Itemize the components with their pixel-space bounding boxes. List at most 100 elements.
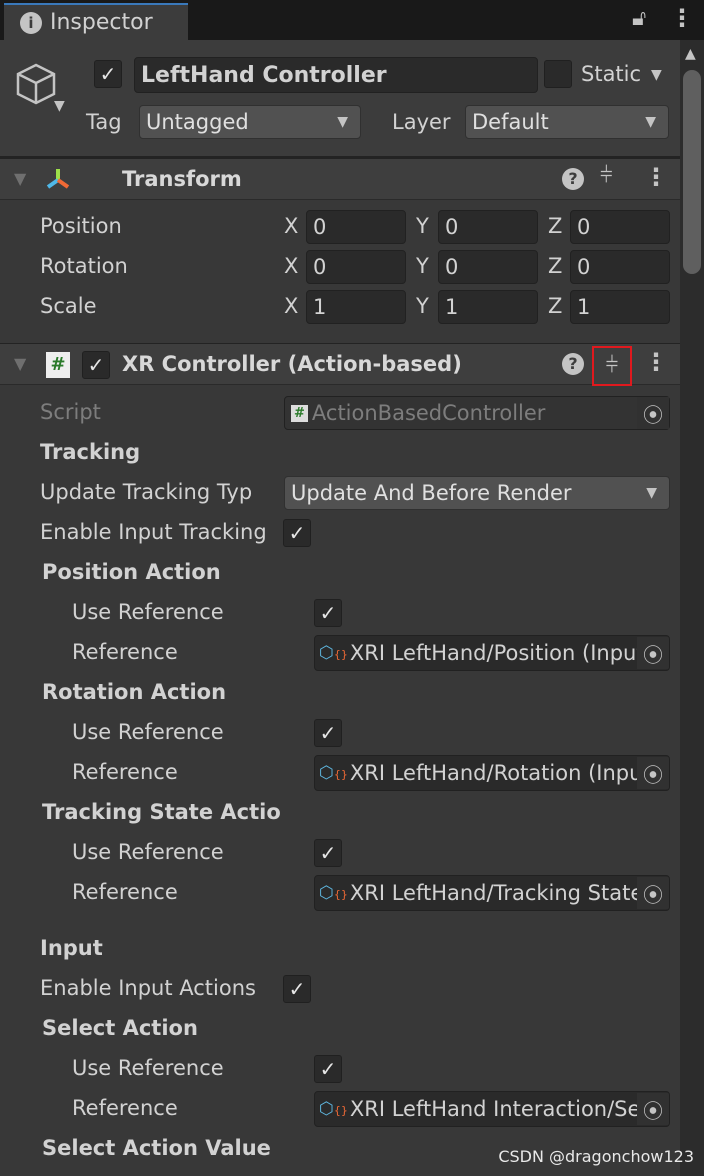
xr-controller-header[interactable]: ▼ # ✓ XR Controller (Action-based) ? ⫩ ⋮ bbox=[0, 343, 680, 386]
input-action-asset-icon: ⬡{} bbox=[319, 763, 348, 783]
active-checkbox[interactable]: ✓ bbox=[94, 60, 122, 88]
checkbox[interactable]: ✓ bbox=[283, 519, 311, 547]
static-label: Static bbox=[581, 62, 642, 86]
object-picker-icon[interactable]: ⦿ bbox=[637, 757, 669, 789]
checkbox[interactable]: ✓ bbox=[314, 599, 342, 627]
object-picker-icon[interactable]: ⦿ bbox=[637, 637, 669, 669]
checkbox[interactable]: ✓ bbox=[314, 839, 342, 867]
axis-z-label: Z bbox=[548, 254, 563, 278]
layer-dropdown[interactable]: Default ▼ bbox=[465, 105, 669, 139]
field-label: Reference bbox=[72, 760, 178, 784]
checkbox[interactable]: ✓ bbox=[314, 1055, 342, 1083]
reference-field[interactable]: ⬡{}XRI LeftHand/Rotation (Input Action R… bbox=[314, 755, 670, 791]
script-field[interactable]: # ActionBasedController ⦿ bbox=[284, 396, 670, 430]
transform-header[interactable]: ▼ Transform ? ⫩ ⋮ bbox=[0, 158, 680, 200]
axis-z-label: Z bbox=[548, 294, 563, 318]
checkbox[interactable]: ✓ bbox=[314, 719, 342, 747]
field-label: Update Tracking Typ bbox=[40, 480, 253, 504]
reference-value: XRI LeftHand Interaction/Select (Input A… bbox=[349, 1097, 637, 1121]
foldout-arrow-icon[interactable]: ▼ bbox=[14, 169, 26, 188]
axis-y-label: Y bbox=[416, 214, 429, 238]
script-icon: # bbox=[291, 404, 308, 422]
reference-value: XRI LeftHand/Tracking State (Input Actio… bbox=[349, 881, 637, 905]
foldout-arrow-icon[interactable]: ▼ bbox=[14, 354, 26, 373]
field-label: Reference bbox=[72, 880, 178, 904]
chevron-down-icon: ▼ bbox=[645, 114, 656, 130]
axis-x-label: X bbox=[284, 294, 299, 318]
watermark: CSDN @dragonchow123 bbox=[498, 1147, 694, 1166]
input-action-asset-icon: ⬡{} bbox=[319, 883, 348, 903]
info-icon: i bbox=[20, 11, 42, 34]
more-menu-icon[interactable]: ⋮ bbox=[670, 4, 694, 32]
tag-label: Tag bbox=[86, 110, 122, 134]
field-label: Use Reference bbox=[72, 1056, 224, 1080]
presets-icon[interactable]: ⫩ bbox=[600, 163, 613, 188]
axis-x-label: X bbox=[284, 254, 299, 278]
script-icon: # bbox=[46, 352, 70, 378]
more-menu-icon[interactable]: ⋮ bbox=[644, 163, 668, 191]
field-label: Select Action bbox=[42, 1016, 198, 1040]
layer-value: Default bbox=[472, 110, 549, 134]
transform-scale-z-input[interactable]: 1 bbox=[570, 290, 670, 324]
checkbox[interactable]: ✓ bbox=[283, 975, 311, 1003]
field-label: Use Reference bbox=[72, 600, 224, 624]
reference-value: XRI LeftHand/Position (Input Action Refe… bbox=[349, 641, 637, 665]
transform-rotation-x-input[interactable]: 0 bbox=[306, 250, 406, 284]
lock-icon[interactable]: 🔓︎ bbox=[632, 6, 646, 31]
transform-position-y-input[interactable]: 0 bbox=[438, 210, 538, 244]
static-dropdown-arrow[interactable]: ▼ bbox=[651, 67, 662, 83]
name-input[interactable]: LeftHand Controller bbox=[134, 57, 538, 93]
transform-scale-label: Scale bbox=[40, 294, 97, 318]
transform-scale-y-input[interactable]: 1 bbox=[438, 290, 538, 324]
chevron-down-icon: ▼ bbox=[646, 485, 657, 501]
reference-field[interactable]: ⬡{}XRI LeftHand/Position (Input Action R… bbox=[314, 635, 670, 671]
tag-dropdown[interactable]: Untagged ▼ bbox=[139, 105, 361, 139]
component-enabled-checkbox[interactable]: ✓ bbox=[82, 351, 110, 379]
axis-z-label: Z bbox=[548, 214, 563, 238]
transform-rotation-z-input[interactable]: 0 bbox=[570, 250, 670, 284]
field-label: Input bbox=[40, 936, 103, 960]
update-tracking-type-dropdown[interactable]: Update And Before Render ▼ bbox=[284, 476, 670, 510]
scrollbar-thumb[interactable] bbox=[683, 70, 701, 274]
object-picker-icon[interactable]: ⦿ bbox=[637, 877, 669, 909]
field-label: Use Reference bbox=[72, 840, 224, 864]
gameobject-header: ▼ ✓ LeftHand Controller Static ▼ Tag Unt… bbox=[0, 40, 680, 158]
layer-label: Layer bbox=[392, 110, 451, 134]
transform-rotation-y-input[interactable]: 0 bbox=[438, 250, 538, 284]
field-label: Select Action Value bbox=[42, 1136, 271, 1160]
field-label: Rotation Action bbox=[42, 680, 227, 704]
component-title: Transform bbox=[122, 167, 242, 191]
axis-y-label: Y bbox=[416, 254, 429, 278]
icon-dropdown-arrow[interactable]: ▼ bbox=[54, 98, 65, 114]
transform-scale-x-input[interactable]: 1 bbox=[306, 290, 406, 324]
axis-x-label: X bbox=[284, 214, 299, 238]
field-label: Use Reference bbox=[72, 720, 224, 744]
component-title: XR Controller (Action-based) bbox=[122, 352, 462, 376]
field-label: Tracking State Action bbox=[42, 800, 280, 824]
field-label: Position Action bbox=[42, 560, 221, 584]
object-picker-icon[interactable]: ⦿ bbox=[637, 1093, 669, 1125]
help-icon[interactable]: ? bbox=[562, 353, 584, 375]
field-label: Enable Input Actions bbox=[40, 976, 256, 1000]
field-label: Enable Input Tracking bbox=[40, 520, 267, 544]
transform-icon bbox=[46, 169, 70, 189]
scroll-up-icon[interactable]: ▲ bbox=[685, 46, 696, 62]
help-icon[interactable]: ? bbox=[562, 168, 584, 190]
field-label: Reference bbox=[72, 1096, 178, 1120]
transform-position-label: Position bbox=[40, 214, 122, 238]
transform-position-x-input[interactable]: 0 bbox=[306, 210, 406, 244]
reference-field[interactable]: ⬡{}XRI LeftHand Interaction/Select (Inpu… bbox=[314, 1091, 670, 1127]
tag-value: Untagged bbox=[146, 110, 249, 134]
transform-position-z-input[interactable]: 0 bbox=[570, 210, 670, 244]
static-checkbox[interactable] bbox=[544, 60, 572, 88]
transform-rotation-label: Rotation bbox=[40, 254, 128, 278]
axis-y-label: Y bbox=[416, 294, 429, 318]
reference-field[interactable]: ⬡{}XRI LeftHand/Tracking State (Input Ac… bbox=[314, 875, 670, 911]
more-menu-icon[interactable]: ⋮ bbox=[644, 348, 668, 376]
presets-icon[interactable]: ⫩ bbox=[592, 346, 632, 386]
input-action-asset-icon: ⬡{} bbox=[319, 1099, 348, 1119]
script-label: Script bbox=[40, 400, 101, 424]
tab-inspector[interactable]: i Inspector bbox=[4, 3, 188, 40]
object-picker-icon[interactable]: ⦿ bbox=[637, 397, 669, 429]
field-label: Reference bbox=[72, 640, 178, 664]
